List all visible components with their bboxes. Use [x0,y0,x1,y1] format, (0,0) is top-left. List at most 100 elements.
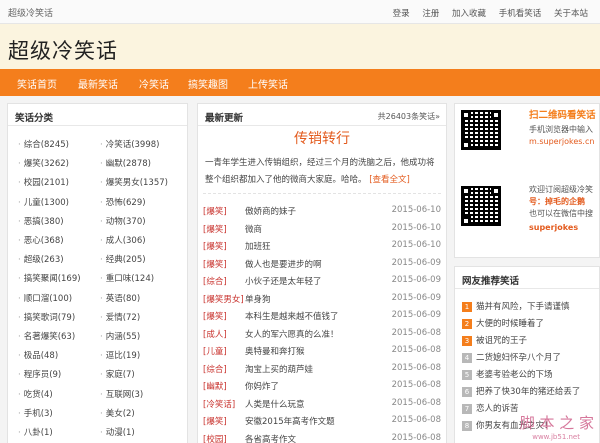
recommend-item[interactable]: 1 猫并有风险，下手请谨慎 [462,300,570,312]
category-item[interactable]: · 家庭(7) [100,368,135,380]
category-item[interactable]: · 内涵(55) [100,330,140,342]
joke-row[interactable]: [爆笑] 做人也是要进步的啊 2015-06-09 [203,258,441,272]
joke-row[interactable]: [成人] 女人的军六愿真的么准！ 2015-06-08 [203,328,441,342]
category-item[interactable]: · 恶心(368) [18,234,64,246]
category-item[interactable]: · 八卦(1) [18,426,53,438]
joke-tag[interactable]: [冷笑话] [203,398,235,410]
category-item[interactable]: · 手机(3) [18,407,53,419]
favorite-link[interactable]: 加入收藏 [452,9,486,19]
joke-tag[interactable]: [爆笑] [203,310,227,322]
category-item[interactable]: · 名著爆笑(63) [18,330,75,342]
category-item[interactable]: · 极品(48) [18,349,58,361]
category-item[interactable]: · 顺口溜(100) [18,292,72,304]
register-link[interactable]: 注册 [422,9,439,19]
total-count-link[interactable]: 共26403条笑话» [378,111,440,122]
site-name[interactable]: 超级冷笑话 [8,6,53,19]
category-item[interactable]: · 超级(263) [18,253,64,265]
category-item[interactable]: · 爆笑男女(1357) [100,176,168,188]
login-link[interactable]: 登录 [393,9,410,19]
joke-title[interactable]: 小伙子还是太年轻了 [245,275,322,287]
joke-row[interactable]: [综合] 淘宝上买的葫芦娃 2015-06-08 [203,363,441,377]
joke-tag[interactable]: [综合] [203,363,227,375]
recommend-item[interactable]: 2 大便的时候睡着了 [462,317,544,329]
joke-row[interactable]: [爆笑男女] 单身狗 2015-06-09 [203,293,441,307]
category-item[interactable]: · 综合(8245) [18,138,69,150]
category-item[interactable]: · 搞笑歌词(79) [18,311,75,323]
category-item[interactable]: · 经典(205) [100,253,146,265]
read-more-link[interactable]: [查看全文] [369,175,410,185]
about-link[interactable]: 关于本站 [554,9,588,19]
logo[interactable]: 超级冷笑话 [8,35,118,65]
mobile-link[interactable]: 手机看笑话 [499,9,542,19]
joke-title[interactable]: 人类是什么玩意 [245,398,305,410]
joke-title[interactable]: 安徽2015年高考作文题 [245,415,335,427]
joke-title[interactable]: 加班狂 [245,240,271,252]
joke-title[interactable]: 各省高考作文 [245,433,296,443]
joke-row[interactable]: [冷笑话] 人类是什么玩意 2015-06-08 [203,398,441,412]
recommend-item[interactable]: 4 二货媳妇怀孕八个月了 [462,351,561,363]
joke-title[interactable]: 傲娇商的妹子 [245,205,296,217]
category-item[interactable]: · 爱情(72) [100,311,140,323]
category-item[interactable]: · 英语(80) [100,292,140,304]
joke-row[interactable]: [儿童] 奥特曼和奔打猴 2015-06-08 [203,345,441,359]
joke-tag[interactable]: [幽默] [203,380,227,392]
category-item[interactable]: · 校园(2101) [18,176,69,188]
category-item[interactable]: · 逗比(19) [100,349,140,361]
joke-row[interactable]: [爆笑] 加班狂 2015-06-10 [203,240,441,254]
category-item[interactable]: · 搞笑聚闻(169) [18,272,81,284]
nav-home[interactable]: 笑话首页 [17,76,57,91]
category-item[interactable]: · 恶搞(380) [18,215,64,227]
bullet-icon: · [100,178,103,189]
joke-title[interactable]: 女人的军六愿真的么准！ [245,328,339,340]
joke-tag[interactable]: [校园] [203,433,227,443]
wechat-qr-code [461,186,501,226]
category-item[interactable]: · 恐怖(629) [100,196,146,208]
category-item[interactable]: · 冷笑话(3998) [100,138,159,150]
category-item[interactable]: · 幽默(2878) [100,157,151,169]
joke-title[interactable]: 单身狗 [245,293,271,305]
category-item[interactable]: · 程序员(9) [18,368,61,380]
category-item[interactable]: · 动物(370) [100,215,146,227]
category-item[interactable]: · 动漫(1) [100,426,135,438]
joke-tag[interactable]: [爆笑] [203,223,227,235]
joke-title[interactable]: 淘宝上买的葫芦娃 [245,363,313,375]
joke-row[interactable]: [校园] 各省高考作文 2015-06-08 [203,433,441,443]
joke-row[interactable]: [爆笑] 安徽2015年高考作文题 2015-06-08 [203,415,441,429]
joke-row[interactable]: [爆笑] 本科生是越来越不值钱了 2015-06-09 [203,310,441,324]
joke-tag[interactable]: [爆笑] [203,240,227,252]
category-label: 动漫(1) [105,428,135,438]
joke-tag[interactable]: [爆笑] [203,415,227,427]
category-item[interactable]: · 互联网(3) [100,388,143,400]
category-item[interactable]: · 爆笑(3262) [18,157,69,169]
nav-latest[interactable]: 最新笑话 [78,76,118,91]
joke-tag[interactable]: [爆笑] [203,205,227,217]
joke-title[interactable]: 本科生是越来越不值钱了 [245,310,339,322]
joke-row[interactable]: [爆笑] 傲娇商的妹子 2015-06-10 [203,205,441,219]
joke-row[interactable]: [幽默] 你妈炸了 2015-06-08 [203,380,441,394]
joke-tag[interactable]: [成人] [203,328,227,340]
recommend-item[interactable]: 7 恋人的诉苦 [462,402,519,414]
recommend-item[interactable]: 5 老婆考验老公的下场 [462,368,553,380]
joke-tag[interactable]: [爆笑] [203,258,227,270]
joke-title[interactable]: 做人也是要进步的啊 [245,258,322,270]
category-item[interactable]: · 吃货(4) [18,388,53,400]
nav-cold-jokes[interactable]: 冷笑话 [139,76,169,91]
joke-row[interactable]: [综合] 小伙子还是太年轻了 2015-06-09 [203,275,441,289]
category-item[interactable]: · 儿童(1300) [18,196,69,208]
recommend-item[interactable]: 3 被诅咒的王子 [462,334,527,346]
joke-title[interactable]: 奥特曼和奔打猴 [245,345,305,357]
recommend-item[interactable]: 6 把养了快30年的猪还给丢了 [462,385,580,397]
category-item[interactable]: · 重口味(124) [100,272,154,284]
mobile-url[interactable]: m.superjokes.cn [529,136,594,148]
joke-tag[interactable]: [儿童] [203,345,227,357]
joke-title[interactable]: 你妈炸了 [245,380,279,392]
joke-tag[interactable]: [爆笑男女] [203,293,244,305]
category-item[interactable]: · 成人(306) [100,234,146,246]
joke-title[interactable]: 微商 [245,223,262,235]
featured-title[interactable]: 传销转行 [197,128,447,148]
joke-row[interactable]: [爆笑] 微商 2015-06-10 [203,223,441,237]
joke-tag[interactable]: [综合] [203,275,227,287]
category-item[interactable]: · 美女(2) [100,407,135,419]
nav-funny-pics[interactable]: 搞笑趣图 [188,76,228,91]
nav-upload[interactable]: 上传笑话 [248,76,288,91]
